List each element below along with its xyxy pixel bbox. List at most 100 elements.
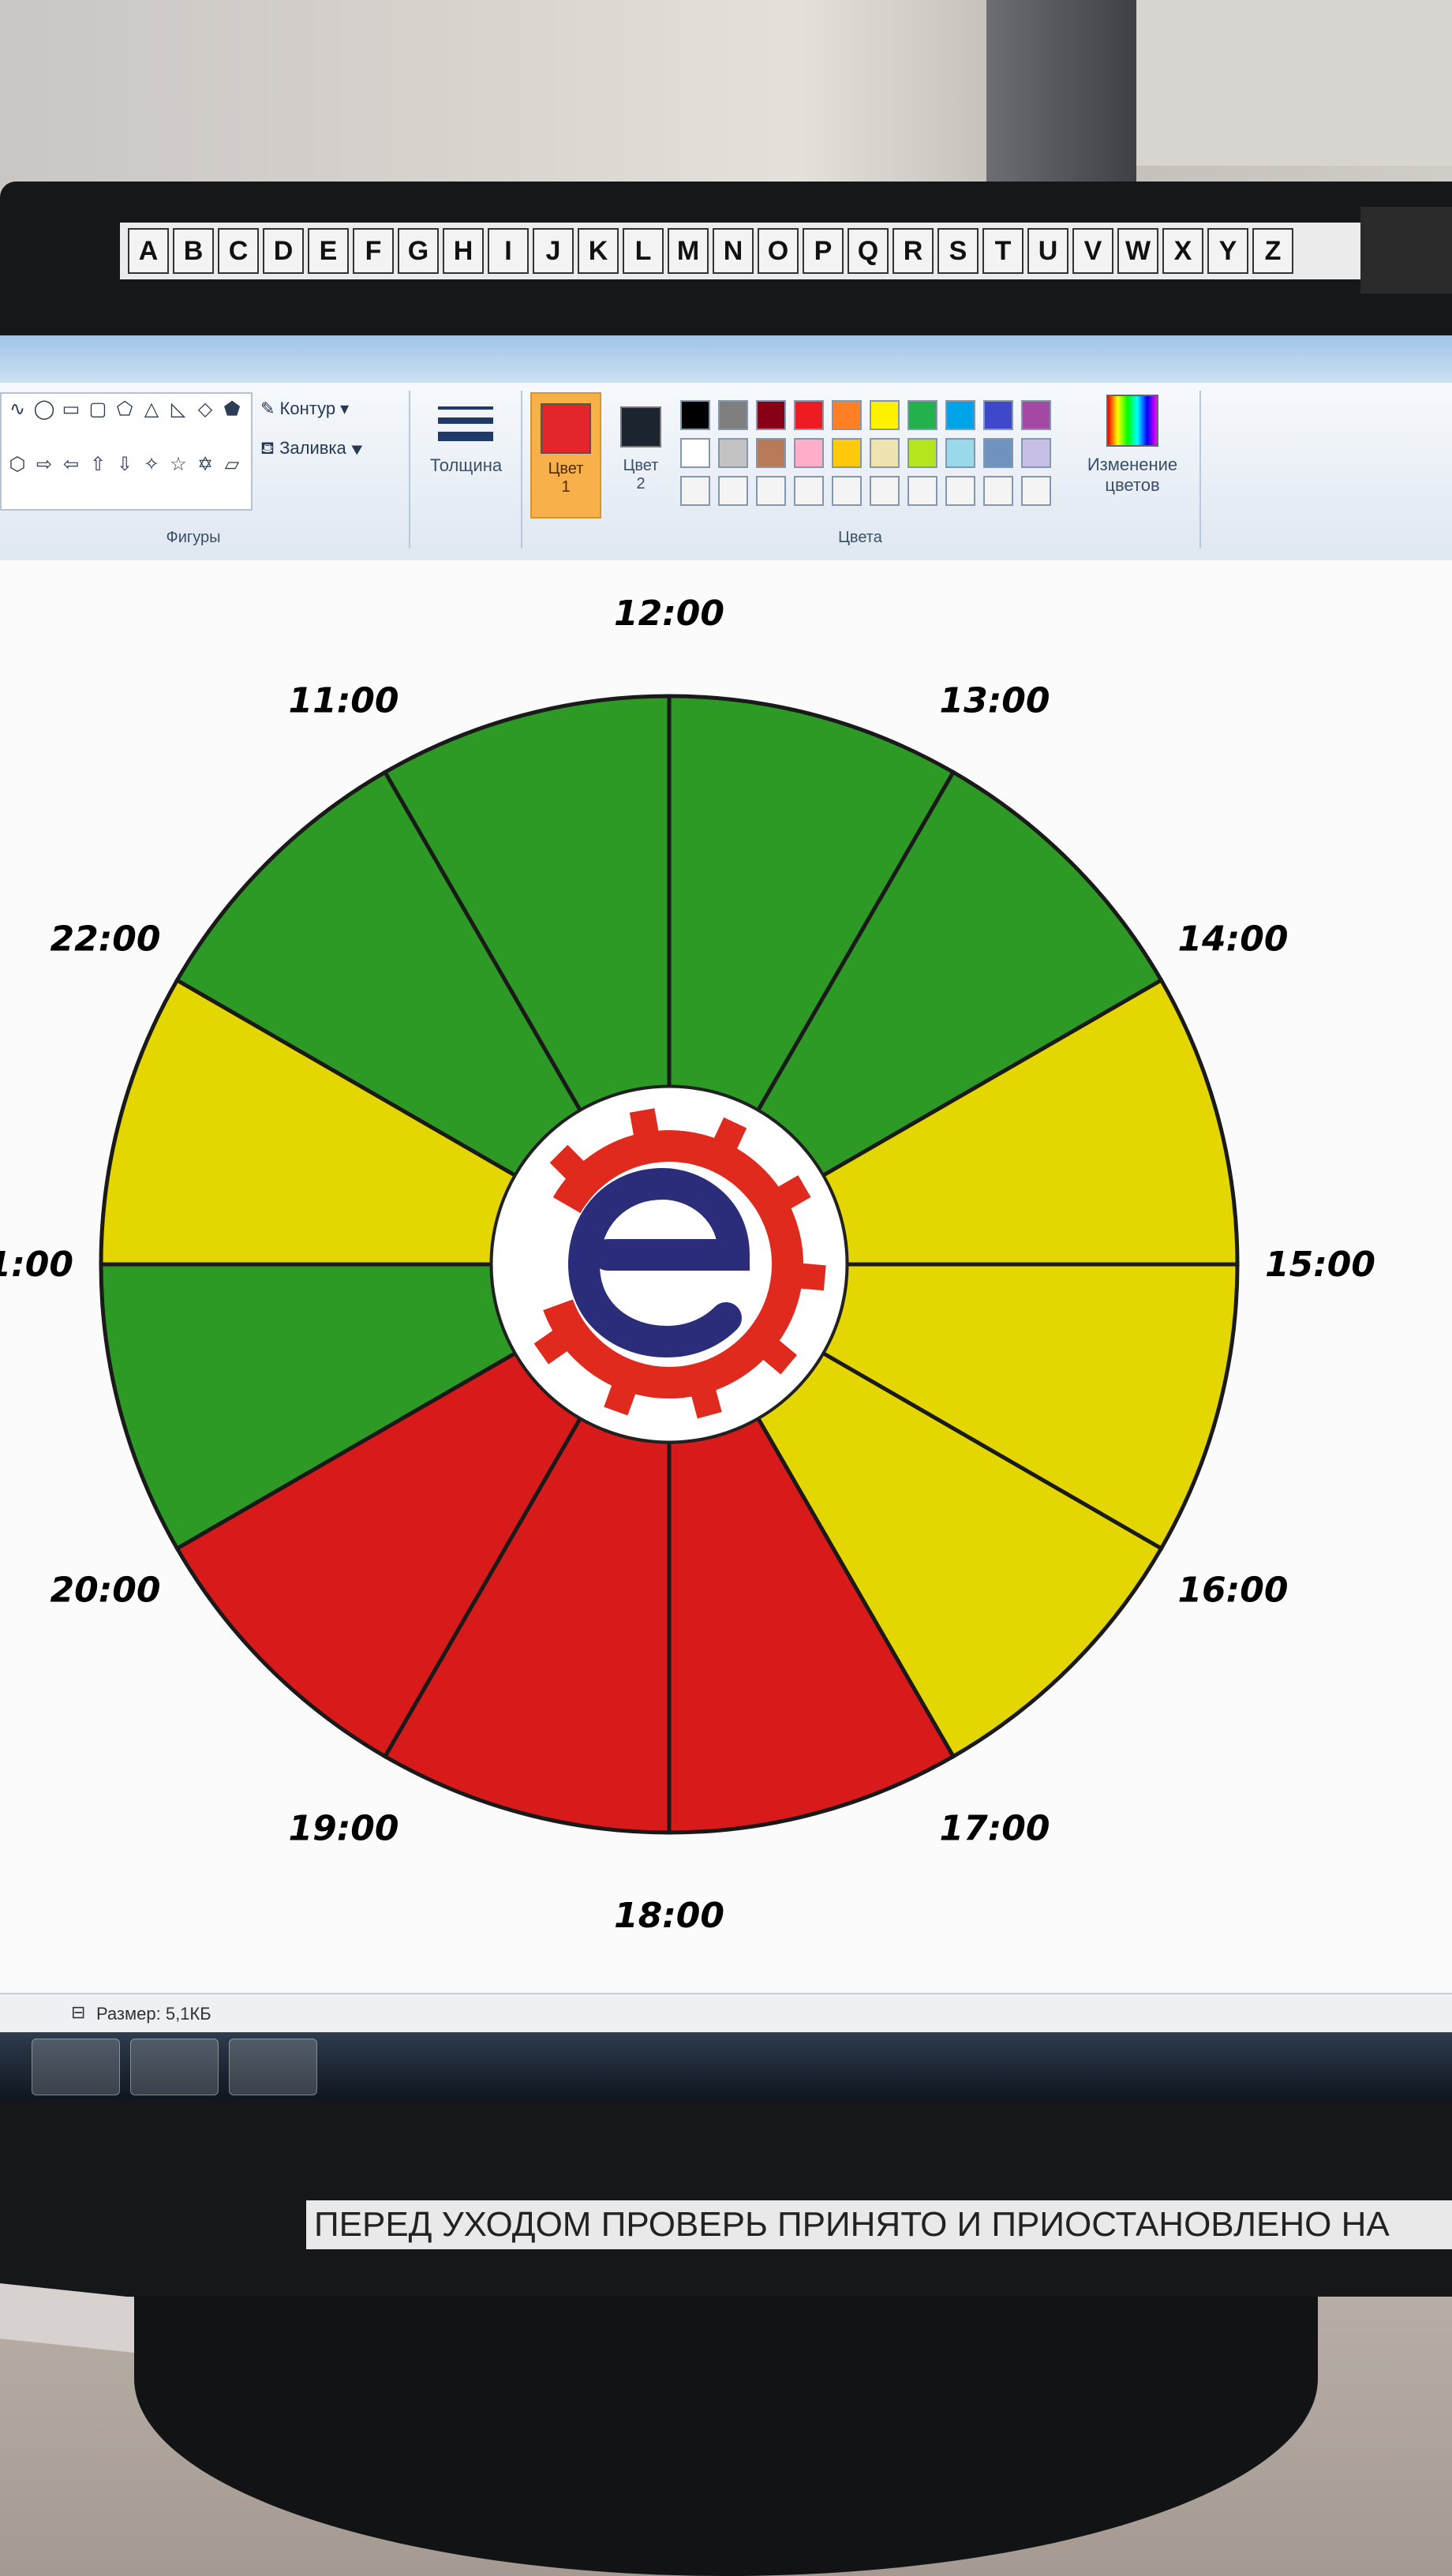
pentagon-shape-icon[interactable]: ⬟ xyxy=(221,399,243,421)
palette-swatch[interactable] xyxy=(832,400,862,430)
right-arrow-shape-icon[interactable]: ⇨ xyxy=(33,454,55,476)
palette-swatch[interactable] xyxy=(945,400,975,430)
palette-swatch[interactable] xyxy=(832,438,862,468)
up-arrow-shape-icon[interactable]: ⇧ xyxy=(87,454,109,476)
palette-swatch[interactable] xyxy=(983,476,1013,506)
sticker-letter: T xyxy=(982,228,1024,274)
color1-button[interactable]: Цвет 1 xyxy=(530,392,601,519)
palette-swatch[interactable] xyxy=(870,438,900,468)
sticker-letter: Q xyxy=(848,228,889,274)
drawing-canvas[interactable]: 12:00 13:00 14:00 15:00 16:00 17:00 18:00 19:00… xyxy=(0,560,1452,1993)
sticker-letter: Z xyxy=(1252,228,1293,274)
palette-swatch[interactable] xyxy=(832,476,862,506)
rounded-rectangle-shape-icon[interactable]: ▢ xyxy=(87,399,109,421)
sticker-letter: S xyxy=(937,228,979,274)
palette-swatch[interactable] xyxy=(908,438,937,468)
logo-taskbar-icon[interactable] xyxy=(229,2039,317,2095)
left-arrow-shape-icon[interactable]: ⇦ xyxy=(60,454,82,476)
hour-label: 12:00 xyxy=(614,593,724,634)
right-triangle-shape-icon[interactable]: ◺ xyxy=(167,399,189,421)
palette-swatch[interactable] xyxy=(1021,476,1051,506)
fill-label: Заливка xyxy=(279,438,346,458)
palette-swatch[interactable] xyxy=(1021,400,1051,430)
six-point-star-shape-icon[interactable]: ✡ xyxy=(194,454,216,476)
sticker-letter: A xyxy=(128,228,169,274)
warning-banner: ПЕРЕД УХОДОМ ПРОВЕРЬ ПРИНЯТО И ПРИОСТАНО… xyxy=(306,2200,1452,2249)
palette-swatch[interactable] xyxy=(718,438,748,468)
palette-swatch[interactable] xyxy=(794,476,824,506)
paint-ribbon: ∿ ◯ ▭ ▢ ⬠ △ ◺ ◇ ⬟ ⬡ ⇨ ⇦ ⇧ ⇩ ✧ ☆ ✡ ▱ ✎ Ко… xyxy=(0,383,1452,562)
edit-colors-label: Изменение цветов xyxy=(1087,455,1178,495)
hour-label: 19:00 xyxy=(288,1808,399,1848)
five-point-star-shape-icon[interactable]: ☆ xyxy=(167,454,189,476)
color2-button[interactable]: Цвет 2 xyxy=(609,392,672,519)
palette-swatch[interactable] xyxy=(756,476,786,506)
palette-swatch[interactable] xyxy=(680,476,710,506)
thickness-button[interactable]: Толщина xyxy=(430,399,502,493)
gear-tooth xyxy=(798,1263,826,1291)
sticker-letter: G xyxy=(398,228,439,274)
color2-label: Цвет 2 xyxy=(623,457,659,492)
sticker-letter: D xyxy=(263,228,304,274)
triangle-shape-icon[interactable]: △ xyxy=(140,399,163,421)
explorer-taskbar-icon[interactable] xyxy=(130,2039,219,2095)
sticker-letter: L xyxy=(623,228,664,274)
callout-shape-icon[interactable]: ▱ xyxy=(221,454,243,476)
palette-swatch[interactable] xyxy=(756,438,786,468)
palette-swatch[interactable] xyxy=(945,476,975,506)
hour-label: 16:00 xyxy=(1177,1571,1288,1611)
hour-label: 13:00 xyxy=(939,681,1050,721)
palette-swatch[interactable] xyxy=(680,438,710,468)
diamond-shape-icon[interactable]: ◇ xyxy=(194,399,216,421)
four-point-star-shape-icon[interactable]: ✧ xyxy=(140,454,163,476)
palette-swatch[interactable] xyxy=(718,400,748,430)
fill-button[interactable]: ⛾ Заливка ▾ xyxy=(260,438,363,461)
sticker-letter: W xyxy=(1117,228,1158,274)
file-size-text: Размер: 5,1КБ xyxy=(96,2004,211,2024)
sticker-letter: Y xyxy=(1207,228,1248,274)
polygon-shape-icon[interactable]: ⬠ xyxy=(114,399,136,421)
outline-button[interactable]: ✎ Контур ▾ xyxy=(260,399,349,419)
ceiling xyxy=(1136,0,1452,166)
oval-shape-icon[interactable]: ◯ xyxy=(33,399,55,421)
curve-shape-icon[interactable]: ∿ xyxy=(6,399,28,421)
sticker-letter: V xyxy=(1072,228,1113,274)
palette-swatch[interactable] xyxy=(983,400,1013,430)
color1-label: Цвет 1 xyxy=(548,460,584,496)
palette-swatch[interactable] xyxy=(945,438,975,468)
paint-taskbar-icon[interactable] xyxy=(32,2039,120,2095)
tape xyxy=(1360,207,1452,294)
palette-swatch[interactable] xyxy=(983,438,1013,468)
palette-swatch[interactable] xyxy=(870,400,900,430)
shapes-gallery[interactable]: ∿ ◯ ▭ ▢ ⬠ △ ◺ ◇ ⬟ ⬡ ⇨ ⇦ ⇧ ⇩ ✧ ☆ ✡ ▱ xyxy=(0,392,253,511)
sticker-letter: I xyxy=(488,228,529,274)
shapes-group-label: Фигуры xyxy=(166,529,221,546)
clock-wheel: 12:00 13:00 14:00 15:00 16:00 17:00 18:00 19:00… xyxy=(0,593,1375,1936)
sticker-letter: X xyxy=(1162,228,1203,274)
palette-swatch[interactable] xyxy=(756,400,786,430)
palette-swatch[interactable] xyxy=(718,476,748,506)
center-logo xyxy=(490,1085,848,1443)
hour-label: 17:00 xyxy=(939,1808,1050,1848)
hour-label: 14:00 xyxy=(1177,919,1288,960)
hour-label: 22:00 xyxy=(50,919,160,960)
down-arrow-shape-icon[interactable]: ⇩ xyxy=(114,454,136,476)
status-bar: ⊟ Размер: 5,1КБ xyxy=(0,1993,1452,2034)
colors-group-label: Цвета xyxy=(838,529,882,546)
palette-swatch[interactable] xyxy=(794,400,824,430)
sticker-letter: F xyxy=(353,228,394,274)
palette-swatch[interactable] xyxy=(794,438,824,468)
palette-swatch[interactable] xyxy=(680,400,710,430)
palette-swatch[interactable] xyxy=(870,476,900,506)
edit-colors-icon xyxy=(1106,395,1158,447)
hour-label: 15:00 xyxy=(1265,1245,1375,1285)
palette-swatch[interactable] xyxy=(908,400,937,430)
rectangle-shape-icon[interactable]: ▭ xyxy=(60,399,82,421)
palette-swatch[interactable] xyxy=(908,476,937,506)
edit-colors-button[interactable]: Изменение цветов xyxy=(1073,395,1192,513)
palette-swatch[interactable] xyxy=(1021,438,1051,468)
hour-label: 18:00 xyxy=(614,1896,724,1936)
hexagon-shape-icon[interactable]: ⬡ xyxy=(6,454,28,476)
hour-label: 21:00 xyxy=(0,1245,73,1285)
hour-label: 11:00 xyxy=(288,681,399,721)
